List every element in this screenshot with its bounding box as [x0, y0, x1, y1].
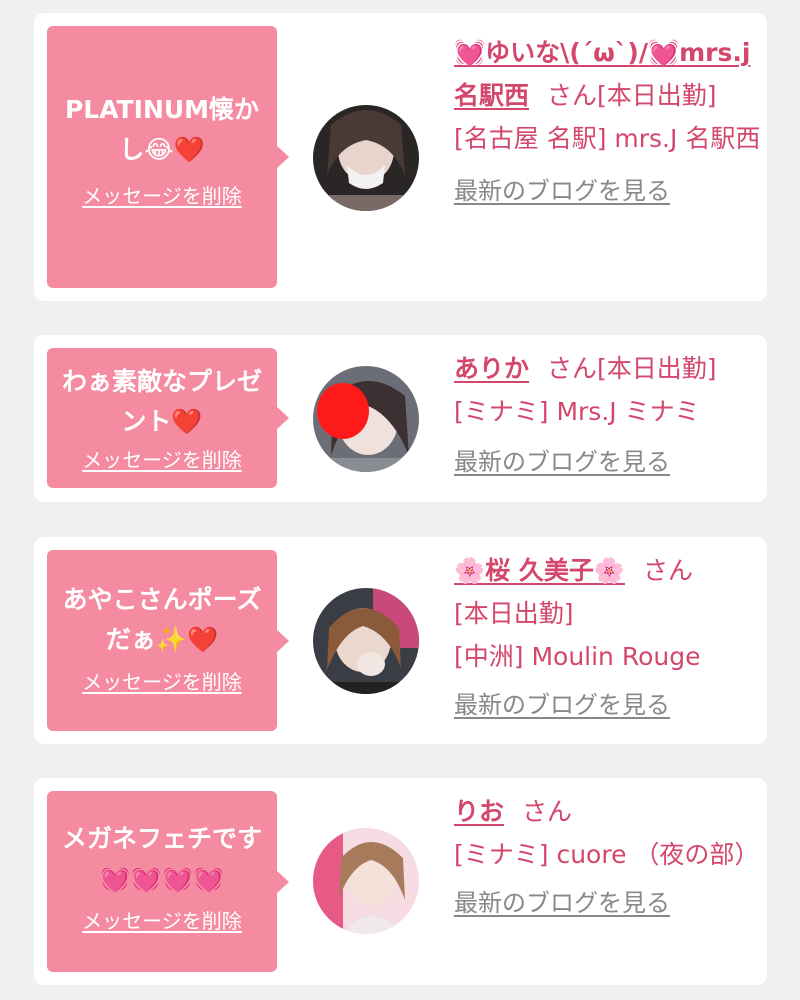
- delete-message-link[interactable]: メッセージを削除: [82, 905, 242, 934]
- latest-blog-link[interactable]: 最新のブログを見る: [454, 882, 670, 925]
- status-text: [本日出勤]: [454, 599, 574, 628]
- shop-text: [中洲] Moulin Rouge: [454, 642, 701, 671]
- avatar-photo: [313, 105, 419, 211]
- honorific: さん: [547, 354, 598, 383]
- avatar-photo: [313, 366, 419, 472]
- message-bubble: PLATINUM懐かし😂❤️ メッセージを削除: [47, 26, 289, 288]
- avatar[interactable]: [313, 588, 419, 694]
- message-card: PLATINUM懐かし😂❤️ メッセージを削除 💓ゆいな\(´ω`)/💓mrs.…: [34, 13, 767, 301]
- avatar[interactable]: [313, 366, 419, 472]
- delete-message-link[interactable]: メッセージを削除: [82, 180, 242, 209]
- shop-text: [ミナミ] Mrs.J ミナミ: [454, 397, 700, 426]
- girl-info: ありか さん[本日出勤] [ミナミ] Mrs.J ミナミ 最新のブログを見る: [454, 347, 764, 484]
- message-bubble: あやこさんポーズだぁ✨❤️ メッセージを削除: [47, 550, 289, 731]
- shop-text: [ミナミ] cuore （夜の部）: [454, 840, 760, 869]
- avatar[interactable]: [313, 105, 419, 211]
- message-bubble: わぁ素敵なプレゼント❤️ メッセージを削除: [47, 348, 289, 488]
- message-card: わぁ素敵なプレゼント❤️ メッセージを削除 ありか さん[本日出勤] [ミナミ] …: [34, 335, 767, 502]
- girl-name-link[interactable]: りお: [454, 797, 504, 826]
- status-text: [本日出勤]: [597, 81, 717, 110]
- message-text: メガネフェチです💓💓💓💓: [61, 824, 262, 893]
- latest-blog-link[interactable]: 最新のブログを見る: [454, 170, 670, 213]
- latest-blog-link[interactable]: 最新のブログを見る: [454, 684, 670, 727]
- honorific: さん: [547, 81, 598, 110]
- avatar[interactable]: [313, 828, 419, 934]
- girl-name-link[interactable]: ありか: [454, 354, 529, 383]
- message-text: PLATINUM懐かし😂❤️: [64, 95, 260, 164]
- message-card: あやこさんポーズだぁ✨❤️ メッセージを削除 🌸桜 久美子🌸 さん [本日出勤] …: [34, 537, 767, 744]
- delete-message-link[interactable]: メッセージを削除: [82, 444, 242, 473]
- message-bubble: メガネフェチです💓💓💓💓 メッセージを削除: [47, 791, 289, 972]
- status-text: [本日出勤]: [597, 354, 717, 383]
- girl-info: 💓ゆいな\(´ω`)/💓mrs.j名駅西 さん[本日出勤] [名古屋 名駅] mr…: [454, 31, 764, 213]
- honorific: さん: [522, 797, 573, 826]
- latest-blog-link[interactable]: 最新のブログを見る: [454, 441, 670, 484]
- shop-text: [名古屋 名駅] mrs.J 名駅西: [454, 124, 761, 153]
- message-text: わぁ素敵なプレゼント❤️: [61, 367, 262, 436]
- girl-info: りお さん [ミナミ] cuore （夜の部） 最新のブログを見る: [454, 790, 764, 925]
- girl-name-link[interactable]: 🌸桜 久美子🌸: [454, 556, 625, 585]
- avatar-photo: [313, 828, 419, 934]
- message-text: あやこさんポーズだぁ✨❤️: [62, 585, 262, 654]
- message-card: メガネフェチです💓💓💓💓 メッセージを削除 りお さん [ミナミ] cuore （…: [34, 778, 767, 985]
- honorific: さん: [642, 556, 693, 585]
- girl-info: 🌸桜 久美子🌸 さん [本日出勤] [中洲] Moulin Rouge 最新のブロ…: [454, 549, 764, 727]
- avatar-photo: [313, 588, 419, 694]
- delete-message-link[interactable]: メッセージを削除: [82, 666, 242, 695]
